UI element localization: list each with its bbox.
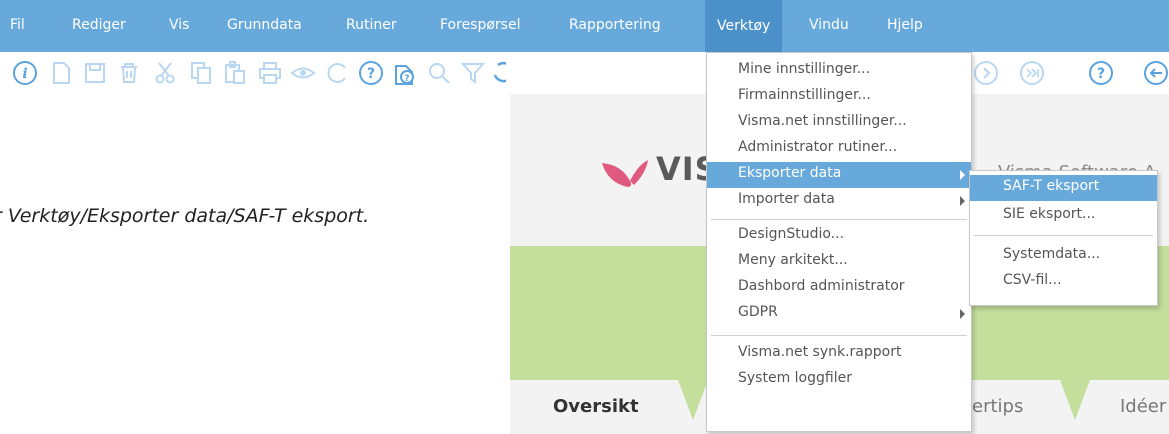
menu-item-label: Firmainnstillinger... (738, 87, 871, 103)
next-icon[interactable] (973, 60, 999, 86)
save-icon[interactable] (82, 60, 108, 86)
menu-rapportering[interactable]: Rapportering (569, 17, 661, 33)
menu-separator (711, 219, 967, 220)
paste-icon[interactable] (222, 60, 248, 86)
submenu-arrow-icon (960, 309, 965, 319)
submenu-item-label: Systemdata... (1003, 246, 1101, 262)
menu-item-visma-net-innstillinger[interactable]: Visma.net innstillinger... (707, 110, 971, 136)
tab-divider-1 (678, 380, 708, 420)
menu-item-firmainnstillinger[interactable]: Firmainnstillinger... (707, 84, 971, 110)
tab-tips[interactable]: ertips (972, 396, 1023, 417)
menu-item-gdpr[interactable]: GDPR (707, 301, 971, 327)
menu-item-label: Visma.net innstillinger... (738, 113, 907, 129)
visma-logo-icon (602, 160, 648, 187)
submenu-arrow-icon (960, 170, 965, 180)
menu-rediger[interactable]: Rediger (72, 17, 126, 33)
svg-text:?: ? (1097, 66, 1105, 82)
menu-item-system-loggfiler[interactable]: System loggfiler (707, 367, 971, 393)
info-icon[interactable]: i (12, 60, 38, 86)
submenu-item-sie-eksport[interactable]: SIE eksport... (970, 203, 1157, 229)
filter-icon[interactable] (460, 60, 486, 86)
back-icon[interactable] (1143, 60, 1169, 86)
menu-item-eksporter-data[interactable]: Eksporter data (707, 162, 971, 188)
menu-item-label: Administrator rutiner... (738, 139, 898, 155)
copy-icon[interactable] (188, 60, 214, 86)
tab-oversikt[interactable]: Oversikt (553, 396, 639, 417)
menu-item-label: Importer data (738, 191, 835, 207)
menu-item-label: Visma.net synk.rapport (738, 344, 902, 360)
svg-text:?: ? (404, 74, 409, 84)
menu-bar: Fil Rediger Vis Grunndata Rutiner Foresp… (0, 0, 1169, 52)
menu-item-administrator-rutiner[interactable]: Administrator rutiner... (707, 136, 971, 162)
svg-text:?: ? (367, 66, 375, 82)
delete-icon[interactable] (116, 60, 142, 86)
submenu-item-systemdata[interactable]: Systemdata... (970, 243, 1157, 269)
cut-icon[interactable] (152, 60, 178, 86)
new-document-icon[interactable] (48, 60, 74, 86)
menu-item-mine-innstillinger[interactable]: Mine innstillinger... (707, 58, 971, 84)
menu-item-label: GDPR (738, 304, 778, 320)
last-icon[interactable] (1019, 60, 1045, 86)
menu-grunndata[interactable]: Grunndata (227, 17, 302, 33)
menu-fil[interactable]: Fil (10, 17, 25, 33)
menu-hjelp[interactable]: Hjelp (887, 17, 923, 33)
menu-item-label: System loggfiler (738, 370, 852, 386)
menu-vindu[interactable]: Vindu (809, 17, 849, 33)
menu-item-importer-data[interactable]: Importer data (707, 188, 971, 214)
toolbar: i ? ? ? (0, 52, 1169, 94)
menu-item-meny-arkitekt[interactable]: Meny arkitekt... (707, 249, 971, 275)
print-icon[interactable] (257, 60, 283, 86)
menu-separator (711, 335, 967, 336)
menu-verktoy[interactable]: Verktøy (705, 0, 783, 52)
verktoy-dropdown-menu: Mine innstillinger... Firmainnstillinger… (706, 52, 972, 432)
menu-vis[interactable]: Vis (169, 17, 189, 33)
menu-rutiner[interactable]: Rutiner (346, 17, 397, 33)
search-icon[interactable] (426, 60, 452, 86)
menu-item-visma-net-synk-rapport[interactable]: Visma.net synk.rapport (707, 341, 971, 367)
undo-icon[interactable] (490, 60, 506, 86)
menu-item-label: Dashbord administrator (738, 278, 905, 294)
submenu-item-label: SIE eksport... (1003, 206, 1096, 222)
menu-item-dashbord-administrator[interactable]: Dashbord administrator (707, 275, 971, 301)
tab-ideer[interactable]: Idéer (1120, 396, 1166, 417)
submenu-item-saf-t-eksport[interactable]: SAF-T eksport (970, 175, 1157, 201)
svg-text:i: i (22, 66, 27, 82)
context-help-icon[interactable]: ? (392, 60, 418, 86)
tab-divider-2 (1060, 380, 1090, 420)
menu-item-label: Meny arkitekt... (738, 252, 848, 268)
preview-icon[interactable] (290, 60, 316, 86)
submenu-item-csv-fil[interactable]: CSV-fil... (970, 269, 1157, 295)
submenu-item-label: CSV-fil... (1003, 272, 1062, 288)
instruction-caption: r Verktøy/Eksporter data/SAF-T eksport. (0, 205, 370, 227)
help-circle-icon[interactable]: ? (1088, 60, 1114, 86)
submenu-arrow-icon (960, 196, 965, 206)
menu-item-label: DesignStudio... (738, 226, 845, 242)
menu-foresporsel[interactable]: Forespørsel (440, 17, 520, 33)
menu-item-designstudio[interactable]: DesignStudio... (707, 223, 971, 249)
submenu-item-label: SAF-T eksport (1003, 178, 1100, 194)
eksporter-data-submenu: SAF-T eksport SIE eksport... Systemdata.… (969, 170, 1158, 306)
help-icon[interactable]: ? (358, 60, 384, 86)
refresh-icon[interactable] (324, 60, 350, 86)
menu-item-label: Mine innstillinger... (738, 61, 871, 77)
menu-separator (974, 235, 1153, 236)
menu-item-label: Eksporter data (738, 165, 842, 181)
